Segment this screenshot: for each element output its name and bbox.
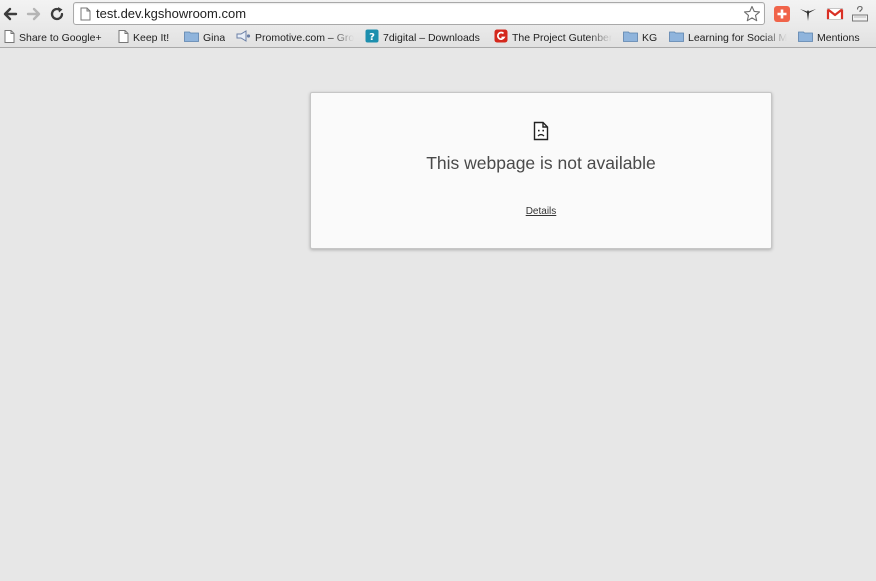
- folder-icon: [623, 30, 638, 45]
- reload-button[interactable]: [47, 4, 67, 24]
- reload-icon: [50, 7, 64, 21]
- folder-icon: [669, 30, 684, 45]
- extension-menu-icon[interactable]: [851, 5, 869, 23]
- page-icon: [4, 29, 15, 46]
- bookmark-folder-kg[interactable]: KG: [623, 28, 663, 47]
- url-text[interactable]: test.dev.kgshowroom.com: [96, 6, 246, 22]
- sad-page-icon: [533, 121, 549, 146]
- page-icon: [118, 29, 129, 46]
- 7digital-icon: ?: [365, 29, 379, 46]
- promotive-icon: [236, 30, 251, 45]
- forward-arrow-icon: [26, 7, 41, 21]
- gmail-icon[interactable]: [826, 5, 844, 23]
- page-icon: [80, 7, 91, 26]
- bookmark-star-icon[interactable]: [743, 5, 761, 28]
- google-plus-share-icon[interactable]: [773, 5, 791, 23]
- bookmarks-bar: Share to Google+ Keep It! Gina Promotive…: [0, 28, 876, 48]
- details-link[interactable]: Details: [311, 206, 771, 217]
- forward-button[interactable]: [23, 4, 43, 24]
- bookmark-folder-learning-for-social-media[interactable]: Learning for Social Media: [669, 28, 787, 47]
- error-title: This webpage is not available: [426, 153, 656, 173]
- error-card: This webpage is not available Details: [310, 92, 772, 249]
- bookmark-7digital-downloads[interactable]: ? 7digital – Downloads: [365, 28, 487, 47]
- bookmark-folder-mentions[interactable]: Mentions: [798, 28, 872, 47]
- bookmark-keep-it[interactable]: Keep It!: [118, 28, 178, 47]
- svg-text:?: ?: [369, 32, 375, 43]
- browser-toolbar: test.dev.kgshowroom.com: [0, 0, 876, 28]
- bookmark-promotive[interactable]: Promotive.com – Grow Your Brand: [236, 28, 354, 47]
- address-bar[interactable]: test.dev.kgshowroom.com: [73, 2, 765, 25]
- folder-icon: [798, 30, 813, 45]
- folder-icon: [184, 30, 199, 45]
- bookmark-share-to-google-plus[interactable]: Share to Google+: [4, 28, 114, 47]
- bookmark-folder-gina[interactable]: Gina: [184, 28, 230, 47]
- back-button[interactable]: [1, 4, 21, 24]
- gutenberg-icon: [494, 29, 508, 46]
- bookmark-project-gutenberg[interactable]: The Project Gutenberg: [494, 28, 612, 47]
- bird-extension-icon[interactable]: [799, 5, 817, 23]
- back-arrow-icon: [3, 7, 18, 21]
